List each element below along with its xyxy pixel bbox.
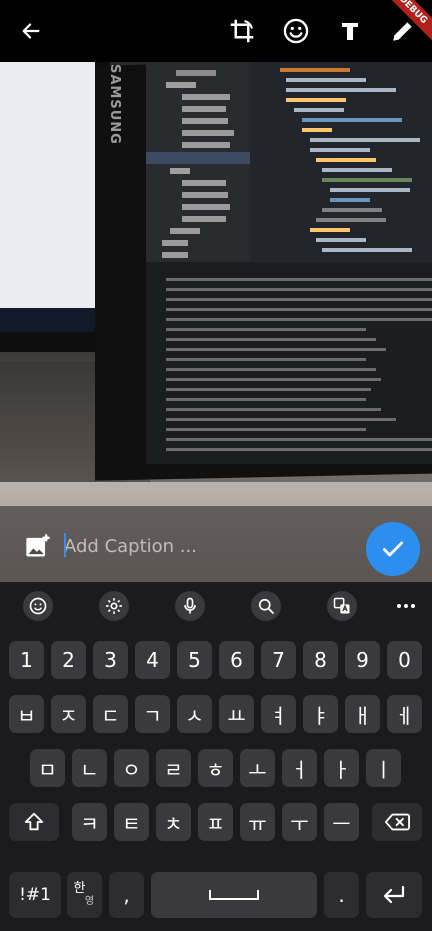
soft-keyboard: 1 2 3 4 5 6 7 8 9 0 ㅂ ㅈ ㄷ ㄱ ㅅ ㅛ ㅕ ㅑ ㅐ ㅔ … — [0, 582, 432, 931]
caption-input[interactable] — [64, 531, 344, 561]
key-yu[interactable]: ㅠ — [240, 803, 275, 841]
caption-bar — [0, 506, 432, 582]
key-eu[interactable]: ㅡ — [324, 803, 359, 841]
emoji-keyboard-button[interactable] — [22, 591, 54, 621]
checkmark-icon — [382, 541, 404, 557]
key-2[interactable]: 2 — [51, 641, 86, 679]
space-key[interactable] — [151, 872, 317, 918]
back-button[interactable] — [14, 14, 48, 48]
key-bieup[interactable]: ㅂ — [9, 695, 44, 733]
key-0[interactable]: 0 — [387, 641, 422, 679]
key-pieup[interactable]: ㅍ — [198, 803, 233, 841]
add-media-button[interactable] — [24, 532, 52, 560]
key-digeut[interactable]: ㄷ — [93, 695, 128, 733]
monitor-brand: SAMSUNG — [107, 64, 122, 145]
key-o[interactable]: ㅗ — [240, 749, 275, 787]
key-yeo[interactable]: ㅕ — [261, 695, 296, 733]
key-3[interactable]: 3 — [93, 641, 128, 679]
text-cursor — [64, 533, 66, 557]
emoji-icon — [29, 597, 47, 615]
text-tool-button[interactable] — [333, 14, 367, 48]
shift-arrow-icon — [24, 812, 44, 831]
symbols-key[interactable]: !#1 — [9, 872, 61, 918]
project-tree — [146, 62, 250, 262]
period-key[interactable]: . — [324, 872, 359, 918]
key-chieut[interactable]: ㅊ — [156, 803, 191, 841]
key-i[interactable]: ㅣ — [366, 749, 401, 787]
text-T-icon — [342, 23, 358, 40]
key-siot[interactable]: ㅅ — [177, 695, 212, 733]
language-switch-key[interactable]: 한 영 — [67, 872, 102, 918]
key-eo[interactable]: ㅓ — [282, 749, 317, 787]
keyboard-toolbar — [0, 582, 432, 630]
keyboard-search-button[interactable] — [250, 591, 282, 621]
backspace-icon — [384, 813, 410, 831]
key-a[interactable]: ㅏ — [324, 749, 359, 787]
pencil-icon — [393, 22, 412, 41]
key-jieut[interactable]: ㅈ — [51, 695, 86, 733]
keyboard-settings-button[interactable] — [98, 591, 130, 621]
key-hieut[interactable]: ㅎ — [198, 749, 233, 787]
crop-button[interactable] — [225, 14, 259, 48]
crop-rotate-icon — [230, 19, 254, 43]
more-options-button[interactable] — [390, 592, 422, 620]
key-e[interactable]: ㅔ — [387, 695, 422, 733]
translate-button[interactable] — [326, 591, 358, 621]
enter-key[interactable] — [366, 872, 422, 918]
key-kieuk[interactable]: ㅋ — [72, 803, 107, 841]
key-nieun[interactable]: ㄴ — [72, 749, 107, 787]
backspace-key[interactable] — [372, 803, 422, 841]
enter-return-icon — [383, 885, 405, 904]
key-ieung[interactable]: ㅇ — [114, 749, 149, 787]
emoji-sticker-button[interactable] — [279, 14, 313, 48]
comma-key[interactable]: , — [109, 872, 144, 918]
settings-gear-icon — [106, 598, 122, 614]
key-8[interactable]: 8 — [303, 641, 338, 679]
key-9[interactable]: 9 — [345, 641, 380, 679]
key-yo[interactable]: ㅛ — [219, 695, 254, 733]
lang-korean-label: 한 — [73, 881, 86, 896]
editor-toolbar: DEBUG — [0, 0, 432, 62]
key-1[interactable]: 1 — [9, 641, 44, 679]
voice-input-button[interactable] — [174, 591, 206, 621]
key-4[interactable]: 4 — [135, 641, 170, 679]
key-6[interactable]: 6 — [219, 641, 254, 679]
key-u[interactable]: ㅜ — [282, 803, 317, 841]
key-rieul[interactable]: ㄹ — [156, 749, 191, 787]
key-5[interactable]: 5 — [177, 641, 212, 679]
smiley-icon — [283, 18, 309, 44]
microphone-icon — [184, 597, 196, 614]
key-mieum[interactable]: ㅁ — [30, 749, 65, 787]
lang-english-label: 영 — [84, 896, 95, 907]
arrow-left-icon — [22, 23, 40, 39]
send-button[interactable] — [366, 522, 420, 576]
run-console — [146, 262, 432, 464]
key-ae[interactable]: ㅐ — [345, 695, 380, 733]
ide-screen — [146, 62, 432, 464]
translate-icon — [333, 597, 350, 614]
key-7[interactable]: 7 — [261, 641, 296, 679]
search-icon — [258, 598, 275, 615]
add-photo-icon — [26, 534, 50, 557]
left-monitor — [0, 62, 110, 352]
shift-key[interactable] — [9, 803, 59, 841]
key-ya[interactable]: ㅑ — [303, 695, 338, 733]
more-dots-icon — [397, 604, 415, 608]
code-editor — [250, 62, 432, 262]
key-tieut[interactable]: ㅌ — [114, 803, 149, 841]
key-giyeok[interactable]: ㄱ — [135, 695, 170, 733]
space-bar-icon — [209, 890, 259, 900]
captured-photo: SAMSUNG — [0, 62, 432, 582]
